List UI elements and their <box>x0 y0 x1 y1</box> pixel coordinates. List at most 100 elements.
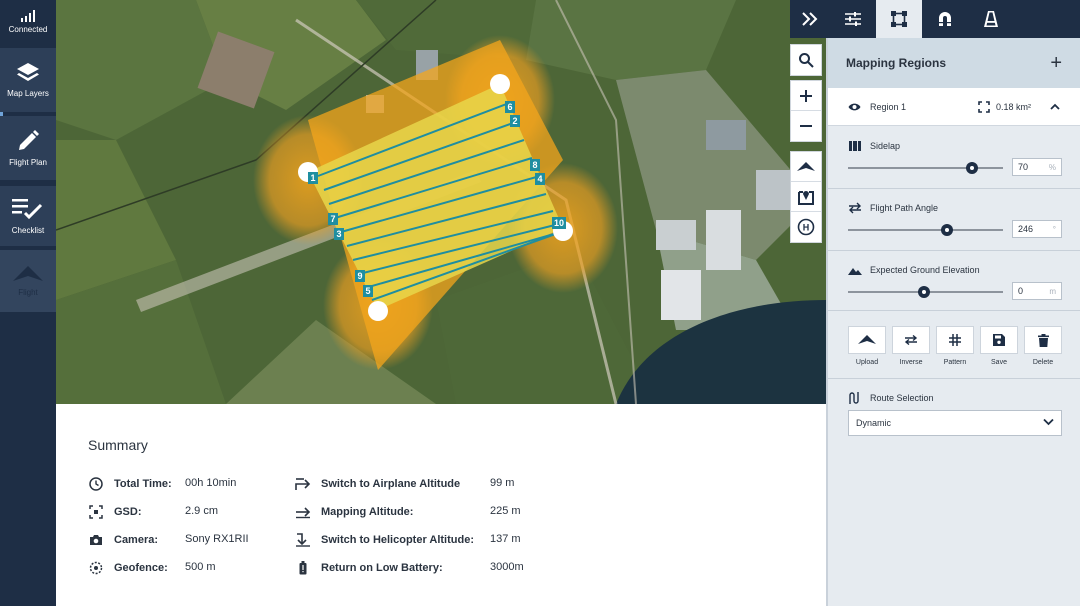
panel-title: Mapping Regions <box>846 56 946 70</box>
delete-button[interactable] <box>1024 326 1062 354</box>
delete-action: Delete <box>1024 326 1062 366</box>
summary-row: GSD: <box>88 504 142 520</box>
flight-angle-slider[interactable] <box>848 224 1003 236</box>
tab-mapping-regions[interactable] <box>876 0 922 38</box>
waypoint-number: 6 <box>507 102 512 112</box>
center-aircraft-button[interactable] <box>791 152 821 182</box>
save-button[interactable] <box>980 326 1018 354</box>
input-value: 70 <box>1018 162 1029 172</box>
route-icon <box>848 392 862 404</box>
map-search-group <box>790 44 822 76</box>
flight-angle-title: Flight Path Angle <box>848 202 938 214</box>
slider-thumb[interactable] <box>917 286 930 298</box>
flight-angle-input[interactable]: 246 ° <box>1012 220 1062 238</box>
waypoint-number: 10 <box>554 218 564 228</box>
tab-collapse[interactable] <box>790 0 830 38</box>
sidebar-item-flight[interactable]: Flight <box>0 250 56 312</box>
upload-button[interactable] <box>848 326 886 354</box>
zoom-in-button[interactable] <box>791 81 821 111</box>
satellite-map[interactable]: 1 2 3 4 5 6 7 8 9 10 <box>56 0 826 404</box>
ground-elevation-input[interactable]: 0 m <box>1012 282 1062 300</box>
waypoint-handle[interactable] <box>368 301 388 321</box>
route-selection-label: Route Selection <box>870 393 934 403</box>
grid-icon <box>949 334 961 346</box>
signal-bars-icon <box>21 10 35 22</box>
tab-magnet[interactable] <box>922 0 968 38</box>
summary-value: 3000m <box>490 561 524 573</box>
input-value: 246 <box>1018 224 1034 234</box>
aircraft-icon <box>797 161 815 171</box>
center-home-button[interactable]: H <box>791 212 821 242</box>
waypoint-number: 2 <box>512 116 517 126</box>
summary-key: Switch to Airplane Altitude <box>321 478 461 490</box>
summary-value: 00h 10min <box>185 477 237 489</box>
connection-label: Connected <box>8 25 48 34</box>
clock-icon <box>88 476 104 492</box>
road-icon <box>984 11 998 27</box>
summary-value: 137 m <box>490 533 521 545</box>
panel-header: Mapping Regions + <box>828 38 1080 88</box>
aircraft-icon <box>858 335 876 344</box>
input-unit: % <box>1048 162 1056 172</box>
waypoint-handle[interactable] <box>490 74 510 94</box>
zoom-out-button[interactable] <box>791 111 821 141</box>
collapse-panel-icon <box>802 12 818 26</box>
helipad-icon: H <box>797 218 815 236</box>
checklist-icon <box>12 199 43 220</box>
ground-elevation-slider[interactable] <box>848 286 1003 298</box>
svg-text:H: H <box>803 223 810 233</box>
magnet-icon <box>939 12 951 26</box>
sidebar-item-checklist[interactable]: Checklist <box>0 186 56 246</box>
input-unit: m <box>1049 286 1056 296</box>
eye-icon[interactable] <box>848 102 861 112</box>
summary-row: Return on Low Battery: <box>295 560 443 576</box>
waypoint-number: 4 <box>537 174 542 184</box>
sidebar-item-label: Flight <box>18 288 38 297</box>
slider-thumb[interactable] <box>966 162 978 174</box>
region-row[interactable]: Region 1 0.18 km² <box>828 88 1080 126</box>
arrow-turn-up-icon <box>295 476 311 492</box>
route-selection-dropdown[interactable]: Dynamic <box>848 410 1062 436</box>
summary-row: Switch to Helicopter Altitude: <box>295 532 474 548</box>
ground-elevation-section: Expected Ground Elevation 0 m <box>828 251 1080 311</box>
summary-key: Geofence: <box>114 562 168 574</box>
sidelap-slider[interactable] <box>848 162 1003 174</box>
map-pin-icon <box>798 190 814 205</box>
polygon-select-icon <box>891 11 907 27</box>
inverse-button[interactable] <box>892 326 930 354</box>
waypoint-number: 9 <box>357 271 362 281</box>
summary-row: Total Time: <box>88 476 172 492</box>
chevron-up-icon[interactable] <box>1050 103 1060 110</box>
pattern-button[interactable] <box>936 326 974 354</box>
action-label: Save <box>991 359 1007 366</box>
sidebar-item-label: Flight Plan <box>9 158 47 167</box>
right-panel: Mapping Regions + Region 1 0.18 km² Side… <box>826 0 1080 606</box>
zoom-out-icon <box>800 125 812 127</box>
summary-key: Total Time: <box>114 478 172 490</box>
tab-settings[interactable] <box>830 0 876 38</box>
action-label: Inverse <box>899 359 923 366</box>
ground-elevation-label: Expected Ground Elevation <box>870 265 980 275</box>
camera-icon <box>88 532 104 548</box>
tune-sliders-icon <box>845 12 861 26</box>
sidelap-input[interactable]: 70 % <box>1012 158 1062 176</box>
gsd-icon <box>88 504 104 520</box>
tab-road[interactable] <box>968 0 1014 38</box>
region-area: 0.18 km² <box>996 102 1032 112</box>
inverse-action: Inverse <box>892 326 930 366</box>
trash-icon <box>1037 333 1049 347</box>
summary-value: Sony RX1RII <box>185 533 249 545</box>
sidebar-item-flight-plan[interactable]: Flight Plan <box>0 116 56 180</box>
action-label: Delete <box>1032 359 1054 366</box>
sidebar-item-map-layers[interactable]: Map Layers <box>0 48 56 112</box>
add-region-button[interactable]: + <box>1050 52 1062 75</box>
slider-thumb[interactable] <box>941 224 954 236</box>
pattern-action: Pattern <box>936 326 974 366</box>
map-search-button[interactable] <box>791 45 821 75</box>
waypoint-number: 1 <box>310 173 315 183</box>
center-location-button[interactable] <box>791 182 821 212</box>
connection-status[interactable]: Connected <box>0 0 56 44</box>
summary-title: Summary <box>88 437 148 453</box>
ground-elevation-title: Expected Ground Elevation <box>848 264 980 276</box>
summary-key: Camera: <box>114 534 159 546</box>
